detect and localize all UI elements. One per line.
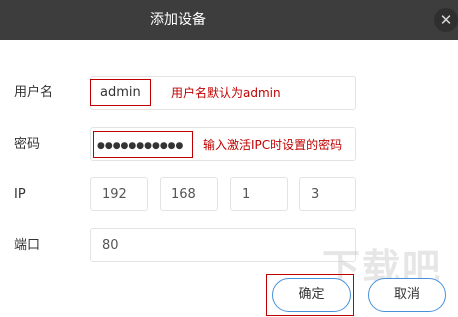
dialog-title: 添加设备: [150, 12, 206, 28]
ip-label: IP: [14, 187, 26, 202]
password-label: 密码: [14, 137, 41, 152]
port-label: 端口: [14, 238, 41, 253]
dialog-titlebar: 添加设备 ✕: [0, 0, 458, 40]
close-button[interactable]: ✕: [434, 8, 458, 32]
ip-octet-1-value: 192: [102, 187, 127, 202]
ip-octet-3-input[interactable]: [230, 177, 288, 211]
password-annotation: 输入激活IPC时设置的密码: [203, 138, 343, 152]
ip-octet-2-value: 168: [171, 187, 196, 202]
ip-octet-4-input[interactable]: [299, 177, 356, 211]
username-value: admin: [100, 85, 141, 100]
ip-octet-3-value: 1: [242, 187, 251, 202]
confirm-highlight-box: [266, 274, 354, 316]
port-input[interactable]: [90, 228, 356, 262]
username-label: 用户名: [14, 85, 54, 100]
password-value: ●●●●●●●●●●●: [97, 141, 184, 151]
close-icon: ✕: [439, 11, 453, 29]
ip-octet-4-value: 3: [311, 187, 320, 202]
cancel-button-label: 取消: [393, 287, 420, 302]
port-value: 80: [102, 238, 119, 253]
cancel-button[interactable]: 取消: [368, 278, 446, 312]
username-annotation: 用户名默认为admin: [171, 86, 281, 100]
